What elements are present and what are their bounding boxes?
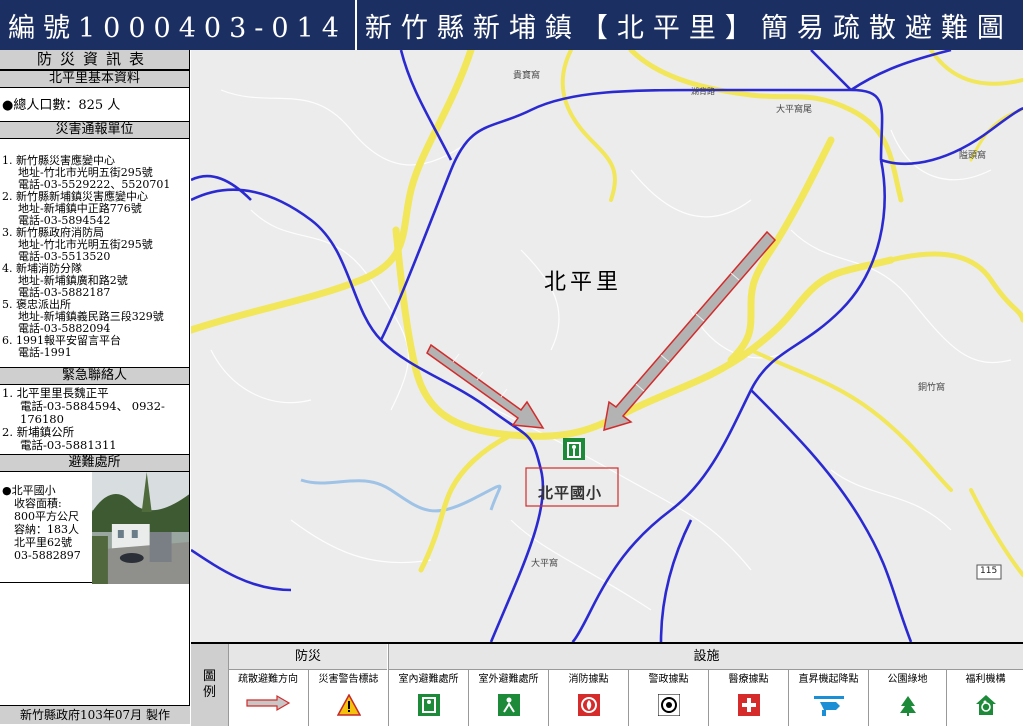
police-station-icon: [657, 694, 680, 716]
warning-sign-icon: [336, 694, 361, 716]
shelter-photo: [91, 472, 189, 584]
legend-group-disaster: 防災: [229, 644, 387, 670]
legend-item: 室外避難處所: [468, 670, 548, 726]
shelter-name: ●北平國小: [2, 484, 56, 497]
medical-icon: [737, 694, 760, 716]
map-code: 編號1000403-014: [8, 12, 347, 44]
list-item: 1. 新竹縣災害應變中心 地址-竹北市光明五街295號 電話-03-552922…: [2, 154, 171, 191]
legend-side-label: 圖 例: [191, 644, 229, 726]
contacts-heading: 緊急聯絡人: [0, 367, 189, 385]
school-label: 北平國小: [538, 484, 603, 502]
map-legend: 圖 例 防災 設施 疏散避難方向 災害警告標誌 室內避難處所 室外避難處所 消防…: [191, 642, 1023, 726]
place-label: 貴寶窩: [513, 71, 541, 81]
list-item: 6. 1991報平安留言平台 電話-1991: [2, 334, 121, 359]
legend-item: 公園綠地: [868, 670, 946, 726]
road-shield-number: 115: [980, 566, 998, 576]
place-label: 大平窩尾: [776, 105, 813, 115]
road-label: 湖背路: [691, 87, 715, 96]
units-heading: 災害通報單位: [0, 121, 189, 139]
place-label: 隘頭窩: [959, 151, 987, 161]
basic-info-heading: 北平里基本資料: [0, 70, 189, 88]
legend-group-facilities: 設施: [388, 644, 1023, 670]
shelter-info: ●北平國小 收容面積: 800平方公尺 容納：183人 北平里62號 03-58…: [0, 472, 189, 584]
village-label: 北平里: [544, 270, 623, 295]
legend-item: 災害警告標誌: [308, 670, 388, 726]
sidebar-title: 防災資訊表: [0, 50, 189, 70]
outdoor-shelter-icon: [497, 694, 520, 716]
units-list: 1. 新竹縣災害應變中心 地址-竹北市光明五街295號 電話-03-552922…: [0, 139, 189, 367]
fire-station-icon: [577, 694, 600, 716]
population-count: ●總人口數：825 人: [2, 98, 121, 113]
list-item: 3. 新竹縣政府消防局 地址-竹北市光明五街295號 電話-03-5513520: [2, 226, 153, 263]
list-item: 2. 新埔鎮公所 電話-03-5881311: [2, 425, 117, 452]
legend-item: 福利機構: [946, 670, 1023, 726]
legend-item: 直昇機起降點: [788, 670, 868, 726]
title-bar: 編號1000403-014 新竹縣新埔鎮【北平里】簡易疏散避難圖: [0, 0, 1023, 50]
place-label: 銅竹窩: [918, 383, 946, 393]
page-title: 新竹縣新埔鎮【北平里】簡易疏散避難圖: [364, 12, 1013, 44]
indoor-shelter-icon: [563, 438, 585, 460]
footer-note: 新竹縣政府103年07月 製作: [0, 705, 190, 724]
welfare-icon: [975, 695, 996, 715]
legend-item: 消防據點: [548, 670, 628, 726]
place-label: 大平窩: [531, 559, 559, 569]
evacuation-arrow-icon: [246, 694, 291, 712]
evacuation-map[interactable]: 北平里 北平國小 貴寶窩 大平窩尾 隘頭窩 銅竹窩 大平窩 湖背路 115: [191, 50, 1023, 642]
legend-item: 疏散避難方向: [229, 670, 307, 726]
legend-item: 醫療據點: [708, 670, 788, 726]
indoor-shelter-icon: [417, 694, 440, 716]
helipad-icon: [813, 696, 844, 716]
shelter-details: ●北平國小 收容面積: 800平方公尺 容納：183人 北平里62號 03-58…: [0, 472, 92, 582]
info-sidebar: 防災資訊表 北平里基本資料 ●總人口數：825 人 災害通報單位 1. 新竹縣災…: [0, 50, 190, 724]
shelter-heading: 避難處所: [0, 454, 189, 472]
title-divider: [354, 0, 357, 50]
legend-item: 警政據點: [628, 670, 708, 726]
list-item: 5. 褒忠派出所 地址-新埔鎮義民路三段329號 電話-03-5882094: [2, 298, 164, 335]
list-item: 4. 新埔消防分隊 地址-新埔鎮廣和路2號 電話-03-5882187: [2, 262, 128, 299]
park-icon: [899, 696, 916, 716]
legend-item: 室內避難處所: [388, 670, 468, 726]
map-canvas: [191, 50, 1023, 642]
list-item: 1. 北平里里長魏正平 電話-03-5884594、 0932-176180: [2, 386, 165, 426]
contacts-list: 1. 北平里里長魏正平 電話-03-5884594、 0932-176180 2…: [0, 385, 189, 454]
list-item: 2. 新竹縣新埔鎮災害應變中心 地址-新埔鎮中正路776號 電話-03-5894…: [2, 190, 148, 227]
